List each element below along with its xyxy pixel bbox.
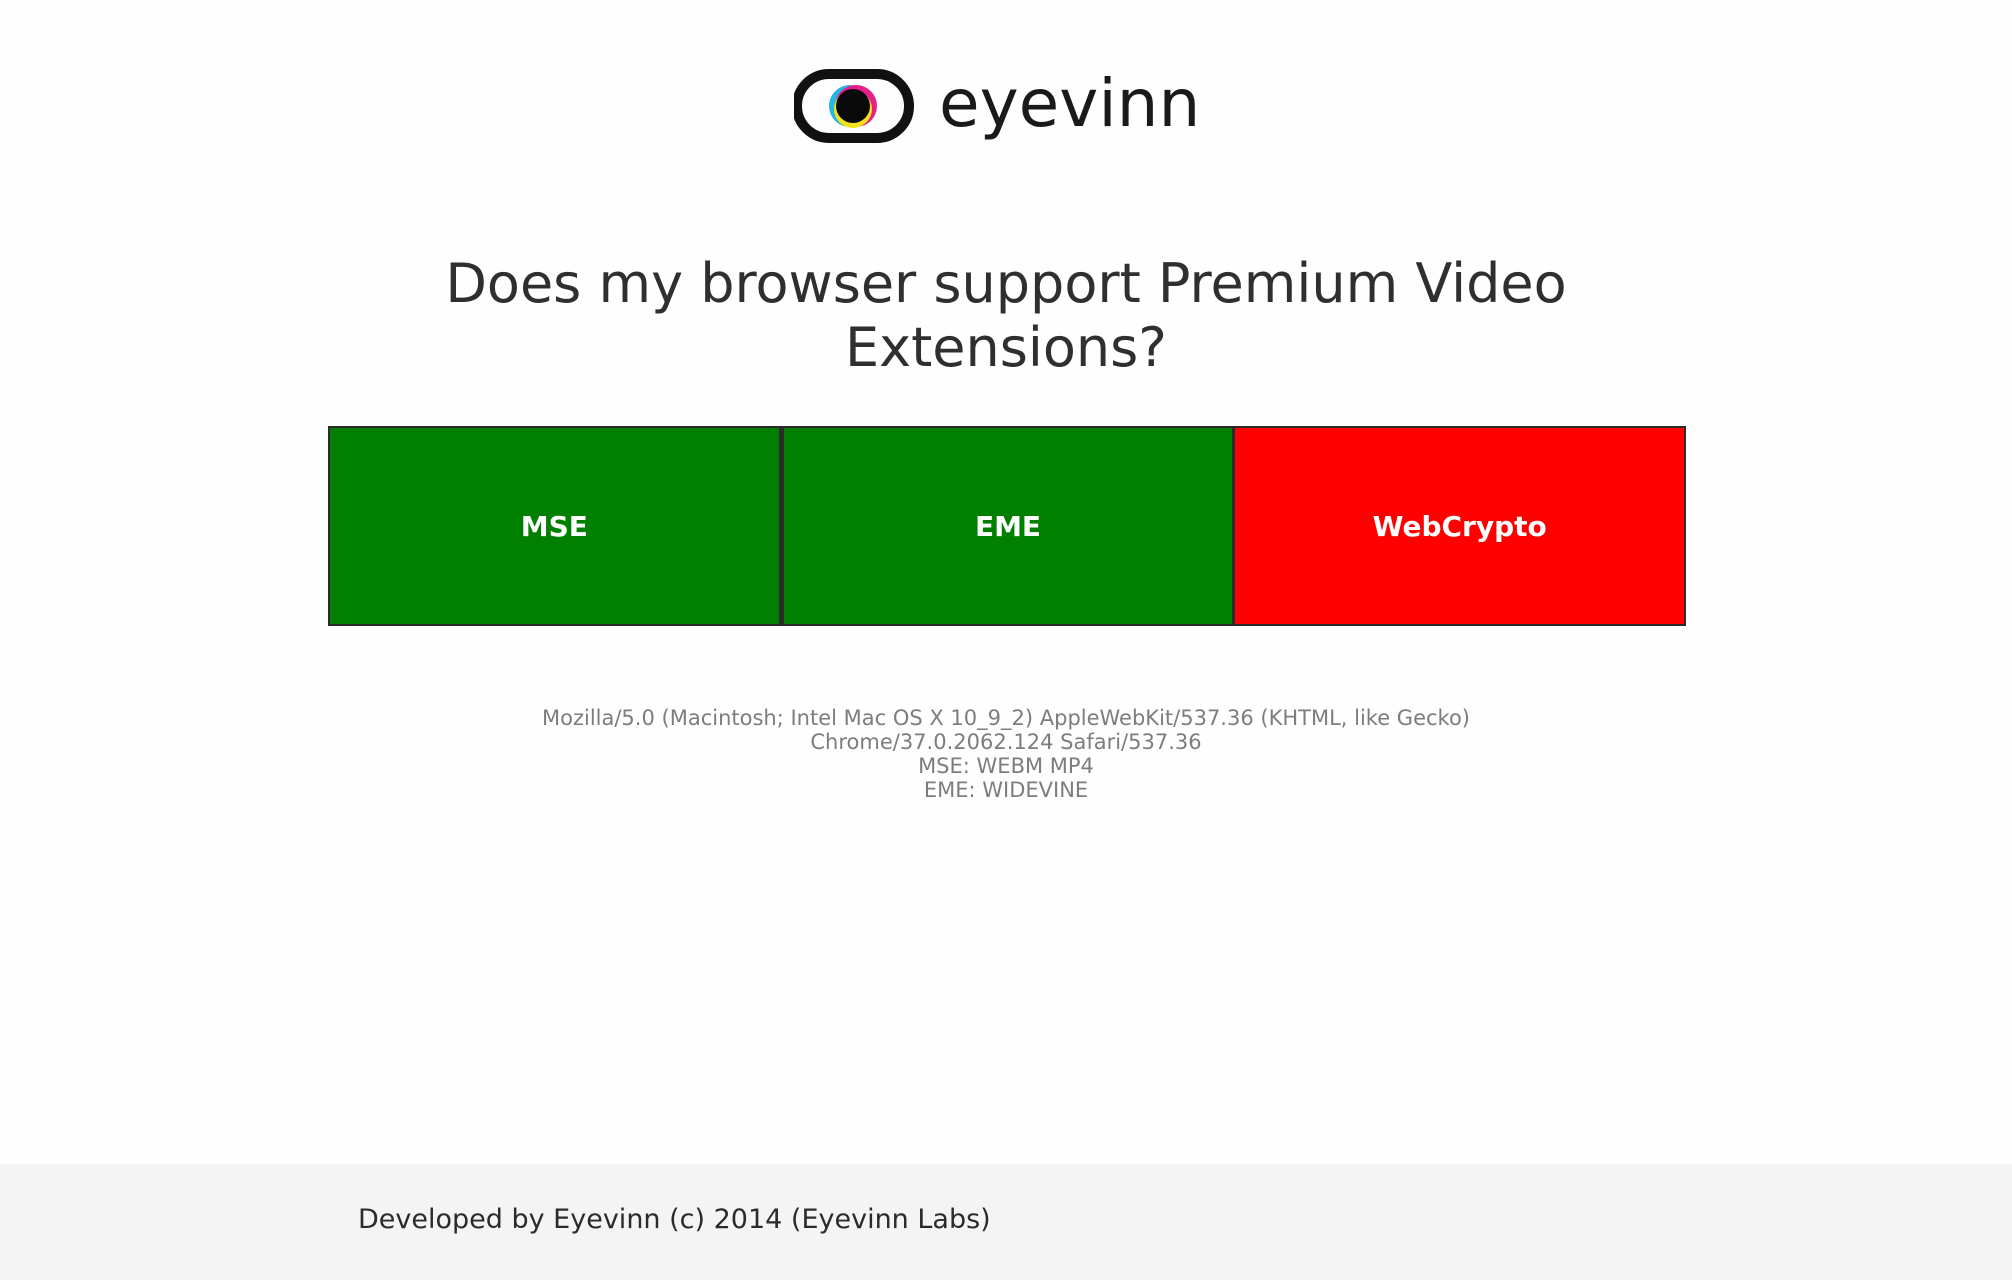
feature-mse-tile: MSE: [328, 426, 781, 626]
feature-webcrypto-label: WebCrypto: [1372, 509, 1547, 543]
user-agent-line-1: Mozilla/5.0 (Macintosh; Intel Mac OS X 1…: [542, 706, 1470, 730]
feature-eme-label: EME: [974, 509, 1042, 543]
page: eyevinn Does my browser support Premium …: [0, 0, 2012, 1280]
page-title: Does my browser support Premium Video Ex…: [0, 252, 2012, 380]
mse-formats: MSE: WEBM MP4: [918, 754, 1094, 778]
page-title-line-2: Extensions?: [845, 316, 1167, 379]
footer-text: Developed by Eyevinn (c) 2014 (Eyevinn L…: [358, 1204, 991, 1235]
eye-logo-icon: [794, 69, 914, 143]
feature-support-bar: MSE EME WebCrypto: [328, 426, 1687, 626]
page-title-line-1: Does my browser support Premium Video: [445, 252, 1567, 315]
user-agent-line-2: Chrome/37.0.2062.124 Safari/537.36: [810, 730, 1202, 754]
eme-key-systems: EME: WIDEVINE: [923, 778, 1089, 802]
logo-wordmark: eyevinn: [939, 68, 1200, 142]
feature-eme-tile: EME: [780, 426, 1236, 626]
browser-info: Mozilla/5.0 (Macintosh; Intel Mac OS X 1…: [0, 706, 2012, 802]
footer: Developed by Eyevinn (c) 2014 (Eyevinn L…: [0, 1164, 2012, 1280]
feature-mse-label: MSE: [520, 509, 588, 543]
eyevinn-logo: eyevinn: [794, 68, 1204, 152]
feature-webcrypto-tile: WebCrypto: [1235, 426, 1687, 626]
